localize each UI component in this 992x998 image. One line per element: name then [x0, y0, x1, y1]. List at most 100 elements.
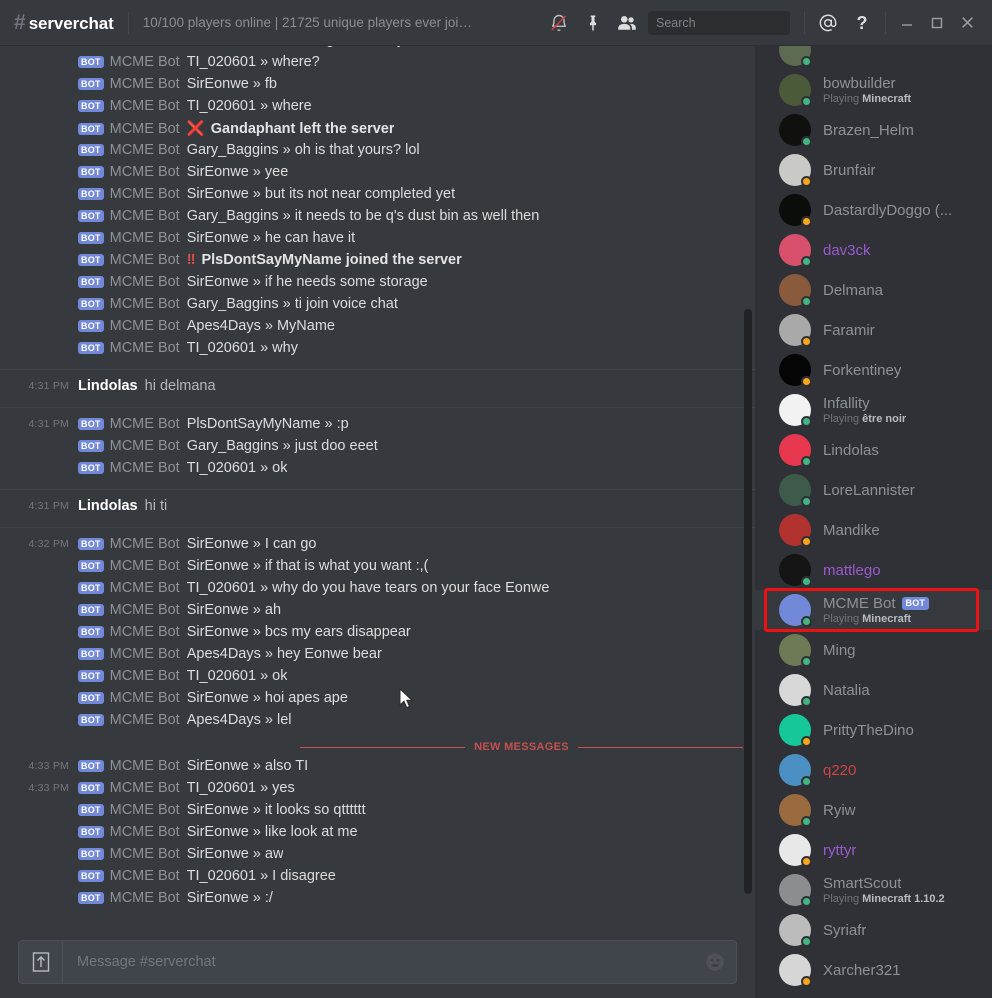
message-author[interactable]: Lindolas [78, 378, 138, 394]
member-row[interactable]: Mandike [755, 510, 992, 550]
member-row[interactable]: Forkentiney [755, 350, 992, 390]
message-row[interactable]: BOT MCME Bot TI_020601 » ok [0, 460, 755, 482]
message-row[interactable]: BOT MCME Bot Gary_Baggins » ti join voice … [0, 296, 755, 318]
help-icon[interactable]: ? [845, 8, 879, 38]
message-author[interactable]: MCME Bot [110, 416, 180, 432]
message-row[interactable]: BOT MCME Bot SirEonwe » he can have it [0, 230, 755, 252]
message-scrollbar[interactable] [744, 46, 752, 998]
message-row[interactable]: BOTMCME BotSirEonwe » im building his mo… [0, 46, 755, 54]
message-author[interactable]: MCME Bot [110, 536, 180, 552]
member-row-selected[interactable]: MCME Bot BOT Playing Minecraft [755, 590, 992, 630]
message-row[interactable]: BOT MCME Bot TI_020601 » ok [0, 668, 755, 690]
message-author[interactable]: MCME Bot [110, 142, 180, 158]
message-author[interactable]: MCME Bot [110, 121, 180, 137]
message-author[interactable]: MCME Bot [110, 712, 180, 728]
message-author[interactable]: MCME Bot [110, 98, 180, 114]
message-author[interactable]: MCME Bot [110, 758, 180, 774]
message-row[interactable]: 4:31 PM BOT MCME Bot PlsDontSayMyName » :p [0, 416, 755, 438]
member-row[interactable]: DastardlyDoggo (... [755, 190, 992, 230]
message-row[interactable]: BOT MCME Bot TI_020601 » why do you have t… [0, 580, 755, 602]
member-row[interactable]: Infallity Playing être noir [755, 390, 992, 430]
member-row[interactable]: Xarcher321 [755, 950, 992, 990]
message-author[interactable]: MCME Bot [110, 558, 180, 574]
search-input[interactable] [656, 15, 817, 30]
member-row[interactable]: Ming [755, 630, 992, 670]
message-author[interactable]: MCME Bot [110, 460, 180, 476]
composer-bar[interactable] [18, 940, 737, 984]
message-author[interactable]: MCME Bot [110, 690, 180, 706]
message-row[interactable]: BOT MCME Bot SirEonwe » it looks so qttttt… [0, 802, 755, 824]
notifications-off-icon[interactable] [542, 8, 576, 38]
message-list[interactable]: BOT MCME Bot SirEonwe » im building his mo… [0, 46, 755, 930]
message-author[interactable]: MCME Bot [110, 230, 180, 246]
member-row[interactable]: mattlego [755, 550, 992, 590]
message-row[interactable]: BOT MCME Bot Gary_Baggins » it needs to be… [0, 208, 755, 230]
message-row[interactable]: BOT MCME Bot SirEonwe » ah [0, 602, 755, 624]
member-row[interactable]: Delmana [755, 270, 992, 310]
search-box[interactable] [648, 10, 817, 35]
member-row[interactable]: Brunfair [755, 150, 992, 190]
message-author[interactable]: MCME Bot [110, 164, 180, 180]
message-row[interactable]: BOT MCME Bot SirEonwe » hoi apes ape [0, 690, 755, 712]
pinned-messages-icon[interactable] [576, 8, 610, 38]
mentions-icon[interactable] [811, 8, 845, 38]
message-author[interactable]: MCME Bot [110, 846, 180, 862]
message-author[interactable]: MCME Bot [110, 318, 180, 334]
message-row[interactable]: 4:33 PM BOT MCME Bot TI_020601 » yes [0, 780, 755, 802]
message-row[interactable]: 4:31 PM Lindolas hi delmana [0, 378, 755, 400]
message-author[interactable]: MCME Bot [110, 868, 180, 884]
member-row[interactable]: PrittyTheDino [755, 710, 992, 750]
message-author[interactable]: MCME Bot [110, 274, 180, 290]
member-list-icon[interactable] [610, 8, 644, 38]
message-author[interactable]: MCME Bot [110, 602, 180, 618]
message-author[interactable]: Lindolas [78, 498, 138, 514]
member-row[interactable]: q220 [755, 750, 992, 790]
message-row[interactable]: BOT MCME Bot ‼ PlsDontSayMyName joined the … [0, 252, 755, 274]
message-row[interactable]: BOT MCME Bot SirEonwe » aw [0, 846, 755, 868]
message-row[interactable]: BOT MCME Bot SirEonwe » if he needs some s… [0, 274, 755, 296]
message-author[interactable]: MCME Bot [110, 890, 180, 906]
message-input[interactable] [63, 954, 694, 970]
message-row[interactable]: BOT MCME Bot Apes4Days » MyName [0, 318, 755, 340]
member-row[interactable]: SmartScout Playing Minecraft 1.10.2 [755, 870, 992, 910]
emoji-picker-icon[interactable] [694, 940, 736, 984]
message-author[interactable]: MCME Bot [110, 802, 180, 818]
member-row[interactable]: bowbuilder Playing Minecraft [755, 70, 992, 110]
message-row[interactable]: 4:31 PM Lindolas hi ti [0, 498, 755, 520]
member-row[interactable]: Ryiw [755, 790, 992, 830]
message-row[interactable]: BOT MCME Bot SirEonwe » if that is what yo… [0, 558, 755, 580]
member-row[interactable] [755, 46, 992, 70]
member-row[interactable]: Faramir [755, 310, 992, 350]
message-row[interactable]: BOT MCME Bot Apes4Days » hey Eonwe bear [0, 646, 755, 668]
scrollbar-thumb[interactable] [744, 309, 752, 894]
message-author[interactable]: MCME Bot [110, 46, 180, 48]
upload-file-icon[interactable] [19, 940, 63, 984]
member-row[interactable]: LoreLannister [755, 470, 992, 510]
message-author[interactable]: MCME Bot [110, 296, 180, 312]
member-row[interactable]: dav3ck [755, 230, 992, 270]
message-row[interactable]: BOT MCME Bot TI_020601 » why [0, 340, 755, 362]
message-author[interactable]: MCME Bot [110, 624, 180, 640]
member-row[interactable]: Natalia [755, 670, 992, 710]
message-row[interactable]: BOT MCME Bot Gary_Baggins » just doo eeet [0, 438, 755, 460]
message-author[interactable]: MCME Bot [110, 186, 180, 202]
minimize-button[interactable] [892, 8, 922, 38]
message-author[interactable]: MCME Bot [110, 824, 180, 840]
member-list-panel[interactable]: bowbuilder Playing Minecraft Brazen_Helm Br… [755, 46, 992, 998]
message-author[interactable]: MCME Bot [110, 668, 180, 684]
message-author[interactable]: MCME Bot [110, 780, 180, 796]
message-row[interactable]: BOT MCME Bot Apes4Days » lel [0, 712, 755, 734]
message-author[interactable]: MCME Bot [110, 646, 180, 662]
message-author[interactable]: MCME Bot [110, 580, 180, 596]
member-row[interactable]: ryttyr [755, 830, 992, 870]
message-row[interactable]: 4:33 PM BOT MCME Bot SirEonwe » also TI [0, 758, 755, 780]
message-author[interactable]: MCME Bot [110, 438, 180, 454]
message-row[interactable]: BOT MCME Bot SirEonwe » bcs my ears disapp… [0, 624, 755, 646]
member-row[interactable]: Lindolas [755, 430, 992, 470]
maximize-button[interactable] [922, 8, 952, 38]
message-row[interactable]: BOT MCME Bot SirEonwe » like look at me [0, 824, 755, 846]
message-author[interactable]: MCME Bot [110, 252, 180, 268]
message-author[interactable]: MCME Bot [110, 54, 180, 70]
message-row[interactable]: BOT MCME Bot SirEonwe » but its not near c… [0, 186, 755, 208]
message-author[interactable]: MCME Bot [110, 340, 180, 356]
